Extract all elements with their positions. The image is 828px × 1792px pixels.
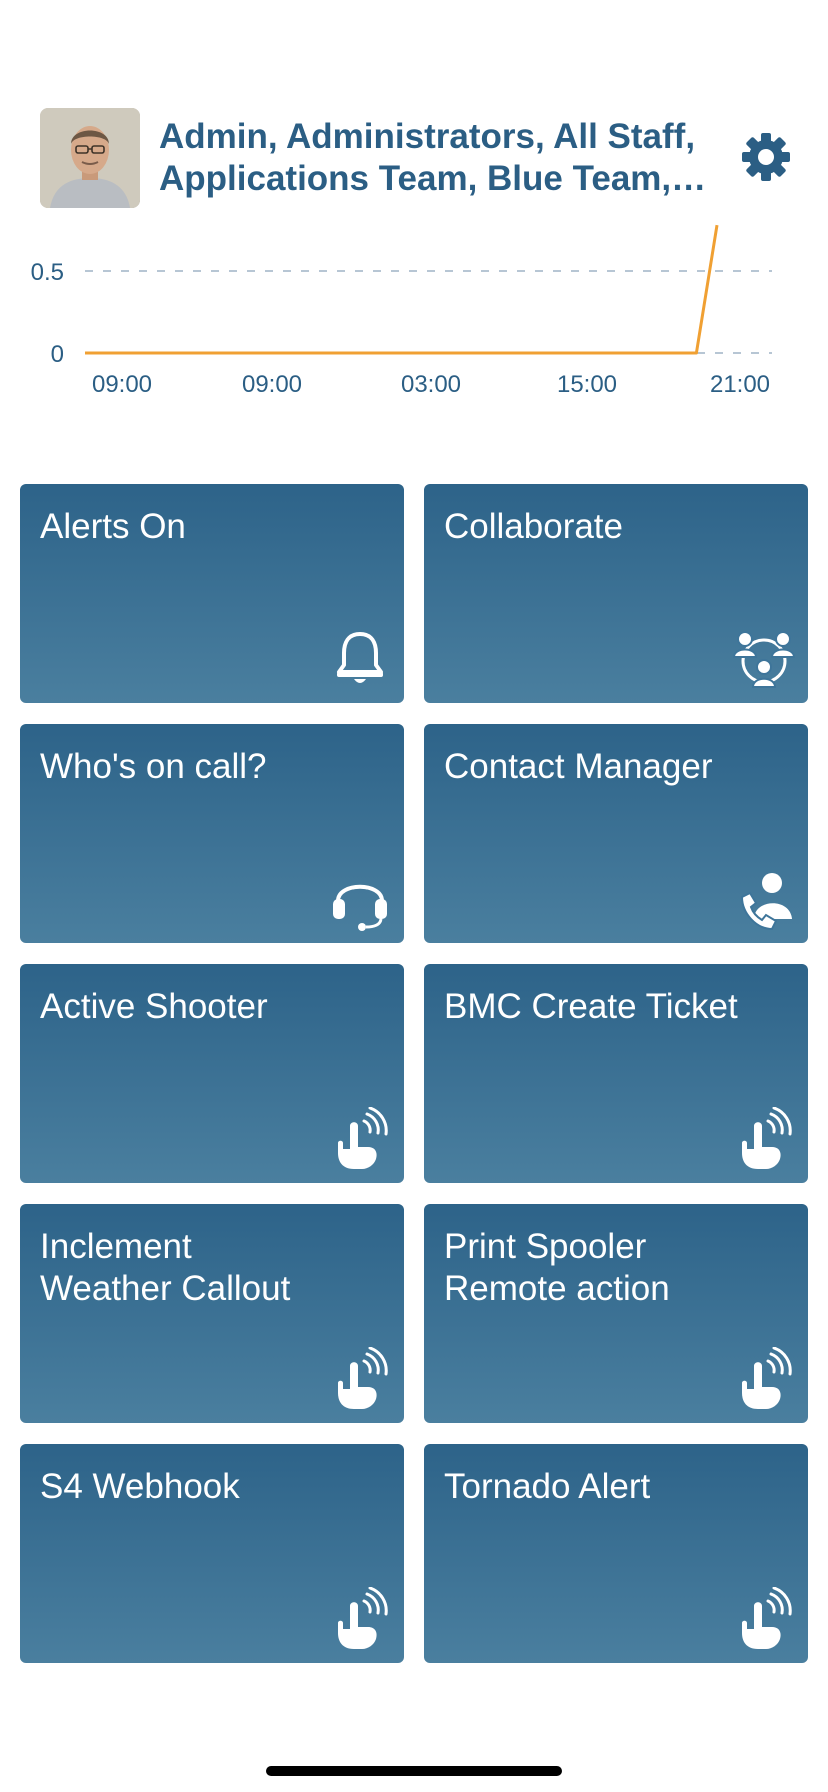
tile-label: Who's on call? — [40, 747, 267, 786]
tile-alerts-on[interactable]: Alerts On — [20, 484, 404, 703]
headset-icon — [333, 884, 387, 931]
tile-label: Active Shooter — [40, 987, 268, 1026]
tile-label: S4 Webhook — [40, 1467, 240, 1506]
home-indicator — [266, 1766, 562, 1776]
avatar-photo — [40, 108, 140, 208]
contact-phone-icon — [740, 873, 792, 931]
tile-label: Inclement Weather Callout — [40, 1227, 291, 1308]
x-tick-label: 03:00 — [401, 371, 461, 398]
group-list-title: Admin, Administrators, All Staff, Applic… — [159, 117, 696, 198]
tile-tornado-alert[interactable]: Tornado Alert — [424, 1444, 808, 1663]
x-tick-label: 15:00 — [557, 371, 617, 398]
tile-contact-manager[interactable]: Contact Manager — [424, 724, 808, 943]
y-tick-label: 0.5 — [31, 259, 64, 286]
tile-collaborate[interactable]: Collaborate — [424, 484, 808, 703]
header: Admin, Administrators, All Staff, Applic… — [40, 108, 790, 208]
tile-active-shooter[interactable]: Active Shooter — [20, 964, 404, 1183]
tile-label: Alerts On — [40, 507, 186, 546]
tile-inclement-weather-callout[interactable]: Inclement Weather Callout — [20, 1204, 404, 1423]
tile-label: Print Spooler Remote action — [444, 1227, 670, 1308]
collaborate-icon — [732, 631, 796, 688]
action-tile-grid: Alerts On Collaborate Who's on call? Con… — [20, 484, 810, 1663]
tap-icon — [338, 1587, 388, 1649]
tap-icon — [338, 1107, 388, 1169]
bell-icon — [337, 632, 383, 683]
tile-s4-webhook[interactable]: S4 Webhook — [20, 1444, 404, 1663]
tile-bmc-create-ticket[interactable]: BMC Create Ticket — [424, 964, 808, 1183]
tap-icon — [742, 1107, 792, 1169]
tap-icon — [742, 1587, 792, 1649]
avatar[interactable] — [40, 108, 140, 208]
y-tick-label: 0 — [51, 341, 64, 368]
tile-label: Tornado Alert — [444, 1467, 651, 1506]
tap-icon — [338, 1347, 388, 1409]
x-tick-label: 09:00 — [242, 371, 302, 398]
tile-print-spooler-remote-action[interactable]: Print Spooler Remote action — [424, 1204, 808, 1423]
x-tick-label: 09:00 — [92, 371, 152, 398]
activity-chart: 0.5 0 09:00 09:00 03:00 15:00 21:00 — [31, 224, 772, 398]
gear-icon[interactable] — [740, 131, 792, 183]
tile-whos-on-call[interactable]: Who's on call? — [20, 724, 404, 943]
tile-label: BMC Create Ticket — [444, 987, 738, 1026]
series-line — [85, 224, 719, 355]
tile-label: Contact Manager — [444, 747, 713, 786]
tap-icon — [742, 1347, 792, 1409]
x-tick-label: 21:00 — [710, 371, 770, 398]
tile-label: Collaborate — [444, 507, 623, 546]
